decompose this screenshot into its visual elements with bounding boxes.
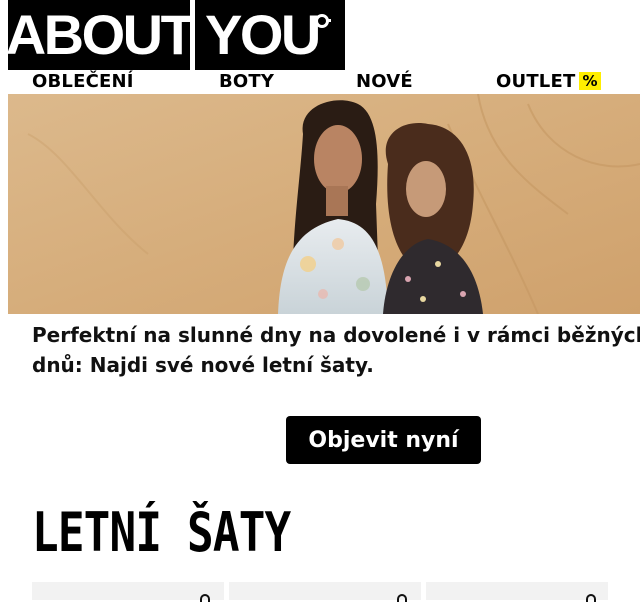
wishlist-heart-icon[interactable] [397,594,407,602]
logo-about-text: ABOUT [5,3,195,66]
main-navigation: OBLEČENÍ BOTY NOVÉ OUTLET% [0,70,640,94]
hero-description-line1: Perfektní na slunné dny na dovolené i v … [32,323,640,347]
nav-item-outlet[interactable]: OUTLET% [496,70,601,94]
logo-you-block: YOU [195,0,345,70]
logo-about-block: ABOUT [5,0,195,70]
nav-item-boty[interactable]: BOTY [219,70,274,94]
product-card[interactable] [32,582,224,602]
product-card-row [32,582,612,602]
hero-photo-two-women [8,94,640,314]
nav-item-nove[interactable]: NOVÉ [356,70,413,94]
product-card[interactable] [229,582,421,602]
nav-item-obleceni[interactable]: OBLEČENÍ [32,70,134,94]
hero-description-line2: dnů: Najdi své nové letní šaty. [32,353,374,377]
wishlist-heart-icon[interactable] [586,594,596,602]
wishlist-heart-icon[interactable] [200,594,210,602]
hero-description: Perfektní na slunné dny na dovolené i v … [32,320,640,380]
hero-banner-image[interactable] [8,94,640,314]
outlet-percent-badge: % [579,72,601,90]
logo-you-text: YOU [205,3,321,66]
product-card[interactable] [426,582,608,602]
about-you-logo[interactable]: ABOUT YOU [5,0,345,70]
section-title: LETNÍ ŠATY [32,501,291,564]
logo-ring-icon [315,14,331,28]
nav-item-outlet-label: OUTLET [496,71,576,92]
discover-now-button[interactable]: Objevit nyní [286,416,481,464]
